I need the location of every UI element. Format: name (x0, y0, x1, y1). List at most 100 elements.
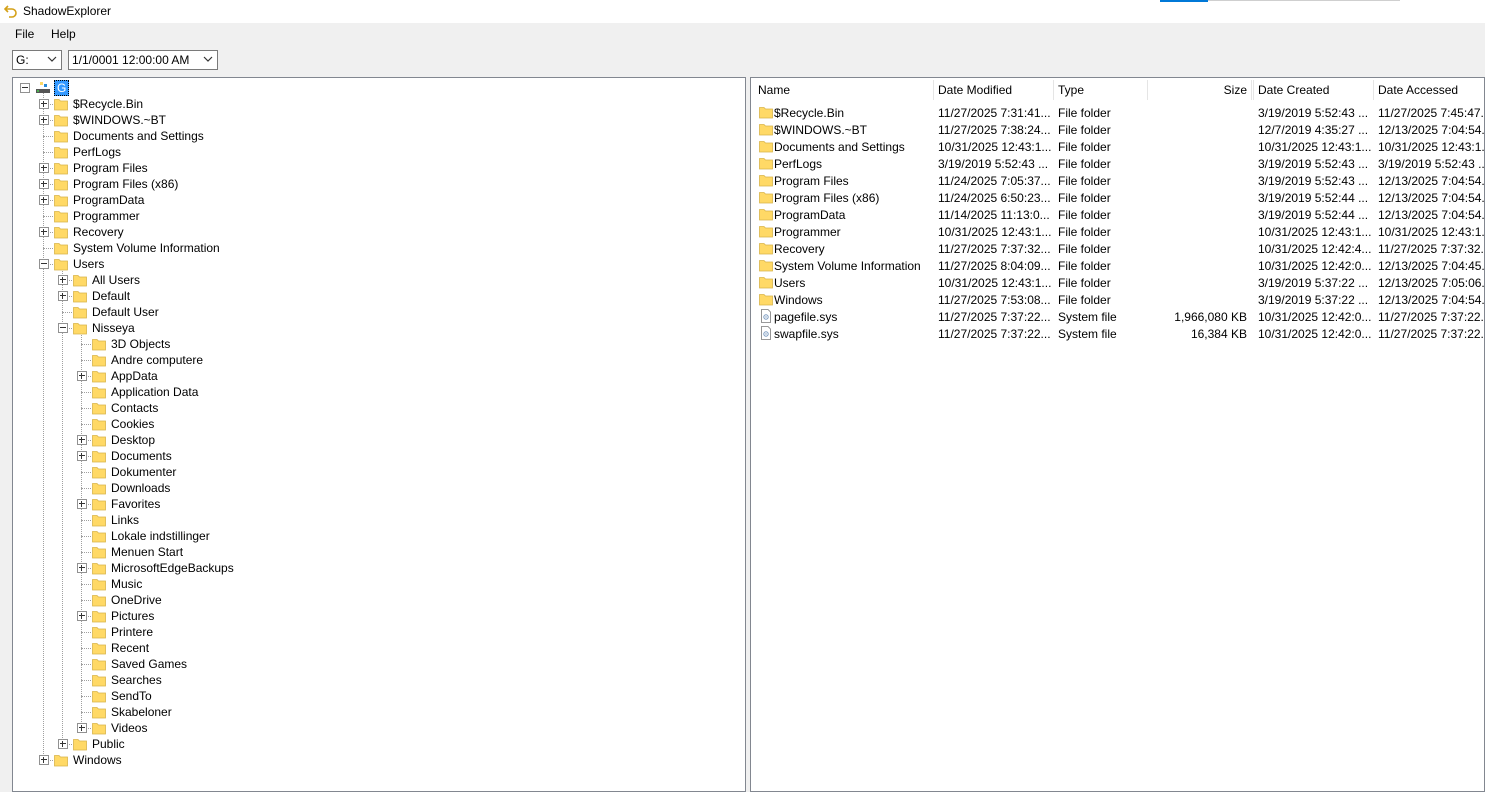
expand-icon[interactable] (58, 275, 68, 285)
file-row[interactable]: Documents and Settings 10/31/2025 12:43:1… (751, 138, 1484, 155)
tree-node[interactable]: Lokale indstillinger (13, 528, 745, 544)
drive-select[interactable]: G: (12, 50, 62, 70)
expand-icon[interactable] (39, 99, 49, 109)
folder-tree[interactable]: G $Recycle.Bin $WINDOWS.~BT Documents and S… (12, 77, 746, 792)
tree-node[interactable]: Default User (13, 304, 745, 320)
tree-node[interactable]: Dokumenter (13, 464, 745, 480)
column-separator[interactable] (1253, 80, 1254, 100)
file-row[interactable]: pagefile.sys 11/27/2025 7:37:22... System … (751, 308, 1484, 325)
tree-node[interactable]: SendTo (13, 688, 745, 704)
tree-node[interactable]: Users (13, 256, 745, 272)
column-separator[interactable] (1373, 80, 1374, 100)
file-row[interactable]: Recovery 11/27/2025 7:37:32... File folder… (751, 240, 1484, 257)
tree-node[interactable]: Nisseya (13, 320, 745, 336)
file-row[interactable]: Programmer 10/31/2025 12:43:1... File fold… (751, 223, 1484, 240)
tree-node[interactable]: $Recycle.Bin (13, 96, 745, 112)
tree-node-label: Default (92, 289, 131, 303)
expand-icon[interactable] (77, 371, 87, 381)
expand-icon[interactable] (77, 723, 87, 733)
title-bar: ShadowExplorer (0, 0, 1485, 23)
tree-node[interactable]: Cookies (13, 416, 745, 432)
tree-node[interactable]: Windows (13, 752, 745, 768)
tree-node[interactable]: MicrosoftEdgeBackups (13, 560, 745, 576)
tree-connector-line (81, 584, 91, 585)
expand-icon[interactable] (77, 611, 87, 621)
column-header-created[interactable]: Date Created (1258, 78, 1329, 102)
file-row[interactable]: swapfile.sys 11/27/2025 7:37:22... System … (751, 325, 1484, 342)
file-list[interactable]: Name Date Modified Type Size Date Created Dat… (750, 77, 1485, 792)
tree-node[interactable]: Default (13, 288, 745, 304)
menu-file[interactable]: File (15, 27, 34, 41)
tree-node[interactable]: Program Files (13, 160, 745, 176)
tree-node[interactable]: Program Files (x86) (13, 176, 745, 192)
expand-icon[interactable] (58, 739, 68, 749)
collapse-icon[interactable] (58, 323, 68, 333)
tree-node[interactable]: $WINDOWS.~BT (13, 112, 745, 128)
column-header-type[interactable]: Type (1058, 78, 1084, 102)
tree-node[interactable]: All Users (13, 272, 745, 288)
expand-icon[interactable] (77, 435, 87, 445)
tree-node[interactable]: Recovery (13, 224, 745, 240)
tree-node[interactable]: ProgramData (13, 192, 745, 208)
file-row[interactable]: Windows 11/27/2025 7:53:08... File folder 3… (751, 291, 1484, 308)
tree-node[interactable]: 3D Objects (13, 336, 745, 352)
tree-node[interactable]: Andre computere (13, 352, 745, 368)
tree-node[interactable]: OneDrive (13, 592, 745, 608)
tree-node[interactable]: Downloads (13, 480, 745, 496)
file-row[interactable]: $Recycle.Bin 11/27/2025 7:31:41... File fo… (751, 104, 1484, 121)
column-header-size[interactable]: Size (1152, 78, 1247, 102)
expand-icon[interactable] (77, 499, 87, 509)
tree-node[interactable]: Pictures (13, 608, 745, 624)
tree-node[interactable]: Links (13, 512, 745, 528)
column-separator[interactable] (1147, 80, 1148, 100)
tree-node[interactable]: Documents and Settings (13, 128, 745, 144)
expand-icon[interactable] (39, 227, 49, 237)
collapse-icon[interactable] (39, 259, 49, 269)
tree-node[interactable]: Documents (13, 448, 745, 464)
collapse-icon[interactable] (20, 83, 30, 93)
tree-node[interactable]: G (13, 80, 745, 96)
file-row[interactable]: Users 10/31/2025 12:43:1... File folder 3/1… (751, 274, 1484, 291)
expand-icon[interactable] (39, 163, 49, 173)
tree-node[interactable]: Skabeloner (13, 704, 745, 720)
tree-node[interactable]: Printere (13, 624, 745, 640)
snapshot-select[interactable]: 1/1/0001 12:00:00 AM (68, 50, 218, 70)
expand-icon[interactable] (39, 115, 49, 125)
folder-icon (54, 227, 68, 239)
tree-node[interactable]: PerfLogs (13, 144, 745, 160)
tree-node[interactable]: Videos (13, 720, 745, 736)
tree-node[interactable]: System Volume Information (13, 240, 745, 256)
expand-icon[interactable] (39, 179, 49, 189)
column-separator[interactable] (1053, 80, 1054, 100)
column-header-name[interactable]: Name (758, 78, 790, 102)
column-separator[interactable] (933, 80, 934, 100)
file-row[interactable]: Program Files (x86) 11/24/2025 6:50:23...… (751, 189, 1484, 206)
tree-node[interactable]: Contacts (13, 400, 745, 416)
tree-node[interactable]: Desktop (13, 432, 745, 448)
tree-node[interactable]: AppData (13, 368, 745, 384)
tree-node[interactable]: Music (13, 576, 745, 592)
menu-help[interactable]: Help (51, 27, 76, 41)
file-row[interactable]: System Volume Information 11/27/2025 8:04… (751, 257, 1484, 274)
file-row[interactable]: $WINDOWS.~BT 11/27/2025 7:38:24... File fo… (751, 121, 1484, 138)
expand-icon[interactable] (58, 291, 68, 301)
tree-node[interactable]: Recent (13, 640, 745, 656)
file-row[interactable]: PerfLogs 3/19/2019 5:52:43 ... File folder… (751, 155, 1484, 172)
tree-node[interactable]: Public (13, 736, 745, 752)
tree-node[interactable]: Programmer (13, 208, 745, 224)
column-header-modified[interactable]: Date Modified (938, 78, 1012, 102)
tree-node[interactable]: Application Data (13, 384, 745, 400)
tree-node[interactable]: Saved Games (13, 656, 745, 672)
tree-node[interactable]: Menuen Start (13, 544, 745, 560)
tree-node[interactable]: Favorites (13, 496, 745, 512)
expand-icon[interactable] (39, 755, 49, 765)
expand-icon[interactable] (39, 195, 49, 205)
expand-icon[interactable] (77, 451, 87, 461)
column-header-accessed[interactable]: Date Accessed (1378, 78, 1458, 102)
file-row[interactable]: Program Files 11/24/2025 7:05:37... File f… (751, 172, 1484, 189)
file-row[interactable]: ProgramData 11/14/2025 11:13:0... File fol… (751, 206, 1484, 223)
tree-node[interactable]: Searches (13, 672, 745, 688)
column-separator[interactable] (1251, 80, 1252, 100)
folder-icon (73, 739, 87, 751)
expand-icon[interactable] (77, 563, 87, 573)
